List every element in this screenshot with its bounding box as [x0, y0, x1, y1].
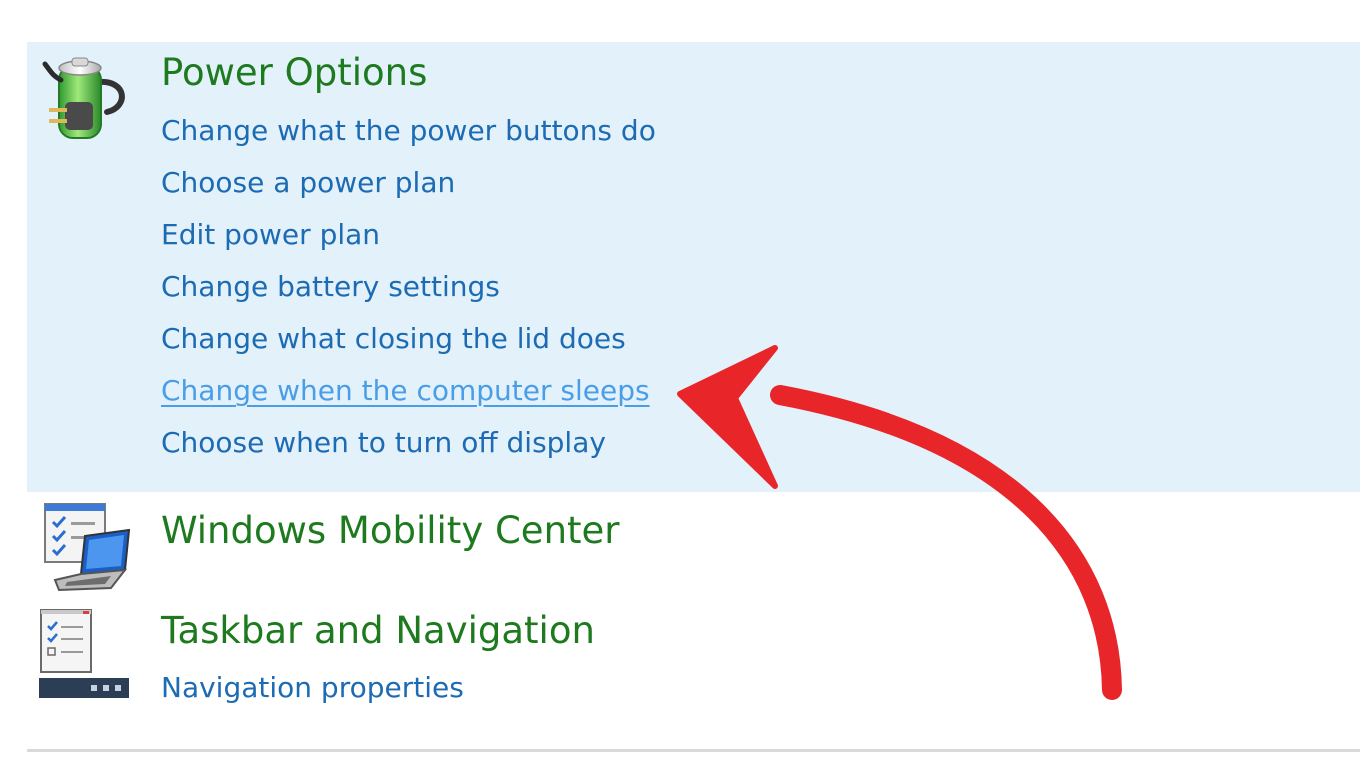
power-options-title[interactable]: Power Options — [161, 50, 427, 96]
list-item: Change when the computer sleeps — [161, 365, 656, 417]
list-item: Change what the power buttons do — [161, 105, 656, 157]
laptop-checklist-icon[interactable] — [37, 500, 132, 595]
power-options-links: Change what the power buttons do Choose … — [161, 105, 656, 469]
taskbar-checklist-icon[interactable] — [37, 608, 132, 703]
link-change-power-buttons[interactable]: Change what the power buttons do — [161, 114, 656, 147]
list-item: Navigation properties — [161, 662, 464, 714]
list-item: Choose a power plan — [161, 157, 656, 209]
link-choose-power-plan[interactable]: Choose a power plan — [161, 166, 455, 199]
mobility-center-title[interactable]: Windows Mobility Center — [161, 508, 620, 554]
link-computer-sleeps[interactable]: Change when the computer sleeps — [161, 374, 650, 407]
list-item: Change what closing the lid does — [161, 313, 656, 365]
list-item: Edit power plan — [161, 209, 656, 261]
control-panel-hardware-sound-view: Power Options Change what the power butt… — [0, 0, 1360, 765]
taskbar-navigation-title[interactable]: Taskbar and Navigation — [161, 608, 595, 654]
link-turn-off-display[interactable]: Choose when to turn off display — [161, 426, 606, 459]
power-options-section: Power Options Change what the power butt… — [27, 42, 1360, 492]
link-edit-power-plan[interactable]: Edit power plan — [161, 218, 380, 251]
bottom-divider — [27, 749, 1360, 752]
list-item: Change battery settings — [161, 261, 656, 313]
link-closing-lid[interactable]: Change what closing the lid does — [161, 322, 626, 355]
list-item: Choose when to turn off display — [161, 417, 656, 469]
taskbar-navigation-links: Navigation properties — [161, 662, 464, 714]
link-navigation-properties[interactable]: Navigation properties — [161, 671, 464, 704]
mobility-center-section: Windows Mobility Center — [27, 492, 1360, 592]
battery-plug-icon[interactable] — [37, 52, 132, 147]
taskbar-navigation-section: Taskbar and Navigation Navigation proper… — [27, 598, 1360, 723]
link-change-battery-settings[interactable]: Change battery settings — [161, 270, 500, 303]
